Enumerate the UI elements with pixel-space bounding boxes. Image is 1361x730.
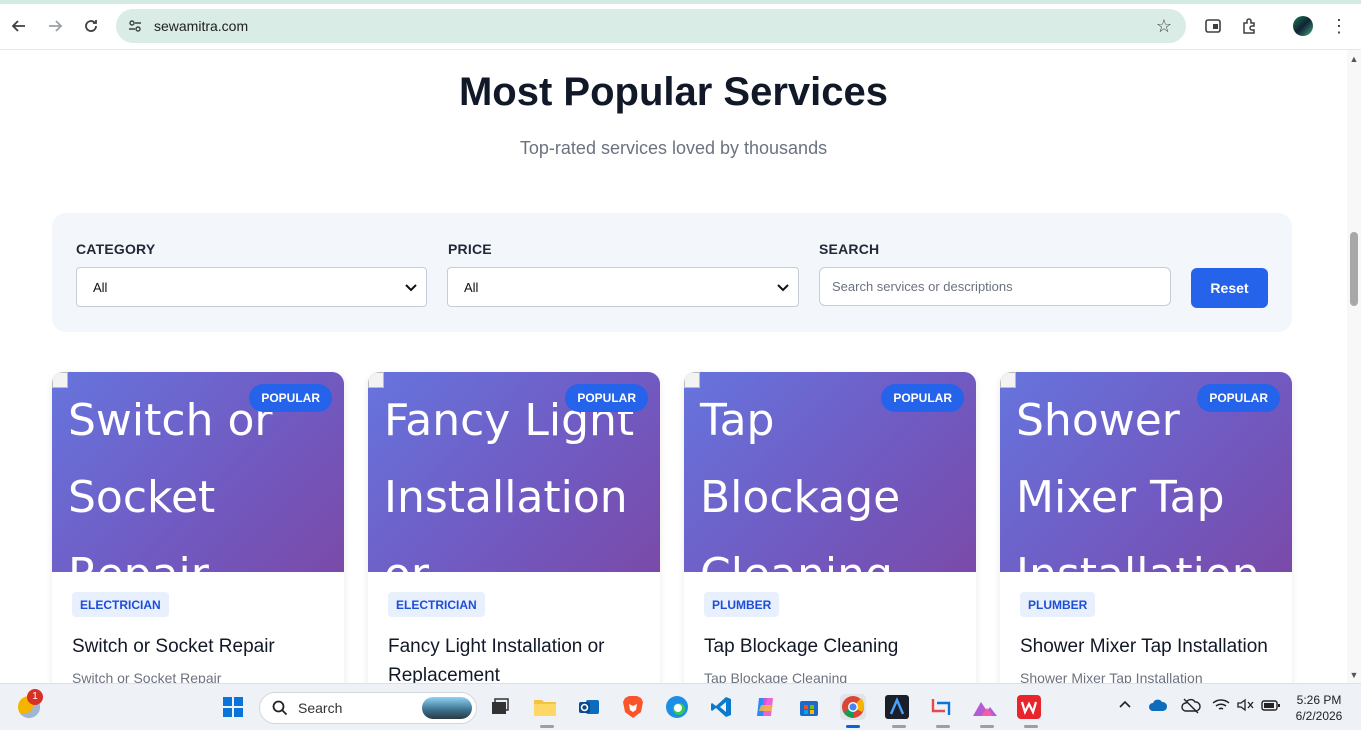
taskbar-search[interactable]: Search: [259, 692, 477, 724]
speaker-muted-icon[interactable]: [1237, 698, 1255, 715]
back-arrow-icon: [11, 20, 25, 32]
url-text[interactable]: sewamitra.com: [154, 18, 248, 34]
category-tag: ELECTRICIAN: [388, 592, 485, 617]
snipping-tool-icon[interactable]: [928, 694, 954, 720]
brave-browser-icon[interactable]: [620, 694, 646, 720]
card-description: Shower Mixer Tap Installation: [1020, 670, 1203, 683]
popular-badge: POPULAR: [565, 384, 648, 412]
cloud-offline-icon[interactable]: [1181, 698, 1201, 717]
app-open-indicator: [892, 725, 906, 728]
broken-image-icon: [1000, 372, 1016, 388]
category-tag: PLUMBER: [704, 592, 780, 617]
address-bar[interactable]: sewamitra.com ☆: [116, 9, 1186, 43]
card-title[interactable]: Shower Mixer Tap Installation: [1020, 632, 1280, 661]
extensions-icon[interactable]: [1237, 13, 1261, 39]
chevron-down-icon: [405, 284, 417, 292]
notification-badge: 1: [27, 689, 43, 705]
service-card[interactable]: Shower Mixer Tap Installation POPULAR PL…: [1000, 372, 1292, 683]
broken-image-icon: [684, 372, 700, 388]
card-title[interactable]: Tap Blockage Cleaning: [704, 632, 964, 661]
file-explorer-icon[interactable]: [532, 694, 558, 720]
filter-panel: CATEGORY All PRICE All SEARCH Reset: [52, 213, 1292, 332]
app-open-indicator: [980, 725, 994, 728]
site-info-icon[interactable]: [126, 17, 144, 35]
onedrive-cloud-icon[interactable]: [1148, 698, 1168, 715]
tray-overflow-chevron-icon[interactable]: [1118, 698, 1132, 715]
search-input[interactable]: [819, 267, 1171, 306]
price-select-value: All: [464, 279, 479, 295]
card-title[interactable]: Switch or Socket Repair: [72, 632, 332, 661]
page-scrollbar[interactable]: ▲ ▼: [1347, 50, 1361, 683]
popular-badge: POPULAR: [249, 384, 332, 412]
microsoft-store-icon[interactable]: [796, 694, 822, 720]
outlook-icon[interactable]: [576, 694, 602, 720]
broken-image-icon: [368, 372, 384, 388]
system-clock[interactable]: 5:26 PM 6/2/2026: [1288, 692, 1350, 724]
vscode-icon[interactable]: [708, 694, 734, 720]
service-card[interactable]: Tap Blockage Cleaning POPULAR PLUMBER Ta…: [684, 372, 976, 683]
copilot-icon[interactable]: [752, 694, 778, 720]
search-label: SEARCH: [819, 241, 880, 257]
app-open-indicator: [540, 725, 554, 728]
tab-strip: [0, 0, 1361, 4]
broken-image-icon: [52, 372, 68, 388]
photos-app-icon[interactable]: [972, 694, 998, 720]
category-tag: PLUMBER: [1020, 592, 1096, 617]
reset-button[interactable]: Reset: [1191, 268, 1268, 308]
app-open-indicator: [1024, 725, 1038, 728]
service-card[interactable]: Switch or Socket Repair POPULAR ELECTRIC…: [52, 372, 344, 683]
popular-badge: POPULAR: [1197, 384, 1280, 412]
scroll-down-arrow-icon[interactable]: ▼: [1349, 670, 1359, 680]
forward-arrow-icon: [49, 20, 63, 32]
popular-badge: POPULAR: [881, 384, 964, 412]
chrome-browser-icon[interactable]: [840, 694, 866, 720]
split-view-icon[interactable]: [1201, 13, 1225, 39]
windows-start-icon[interactable]: [220, 694, 246, 720]
reload-button[interactable]: [78, 13, 104, 39]
search-highlight-image: [422, 697, 472, 719]
clock-date: 6/2/2026: [1295, 709, 1343, 723]
windows-taskbar: 1 Search 5:26 PM 6/2/2026: [0, 683, 1361, 730]
category-label: CATEGORY: [76, 241, 156, 257]
service-image[interactable]: Fancy Light Installation or Replacement …: [368, 372, 660, 572]
app-a-icon[interactable]: [884, 694, 910, 720]
service-card[interactable]: Fancy Light Installation or Replacement …: [368, 372, 660, 683]
price-select[interactable]: All: [447, 267, 799, 307]
chevron-down-icon: [777, 284, 789, 292]
scroll-thumb[interactable]: [1350, 232, 1358, 306]
page-subtitle: Top-rated services loved by thousands: [519, 138, 828, 158]
app-open-indicator: [936, 725, 950, 728]
page-title: Most Popular Services: [458, 70, 889, 114]
category-tag: ELECTRICIAN: [72, 592, 169, 617]
browser-toolbar: sewamitra.com ☆ ⋮: [0, 0, 1361, 50]
card-description: Switch or Socket Repair: [72, 670, 222, 683]
bookmark-star-icon[interactable]: ☆: [1156, 16, 1172, 37]
card-description: Tap Blockage Cleaning: [704, 670, 848, 683]
wifi-icon[interactable]: [1212, 698, 1230, 715]
forward-button[interactable]: [42, 13, 68, 39]
battery-icon[interactable]: [1261, 698, 1281, 715]
service-image[interactable]: Tap Blockage Cleaning POPULAR: [684, 372, 976, 572]
category-select[interactable]: All: [76, 267, 427, 307]
chrome-active-indicator: [846, 725, 860, 728]
profile-avatar[interactable]: [1291, 13, 1315, 39]
wps-office-icon[interactable]: [1016, 694, 1042, 720]
reload-icon: [85, 20, 97, 32]
menu-kebab-icon[interactable]: ⋮: [1327, 13, 1351, 39]
service-image[interactable]: Shower Mixer Tap Installation POPULAR: [1000, 372, 1292, 572]
edge-browser-icon[interactable]: [664, 694, 690, 720]
page-content: Most Popular Services Top-rated services…: [0, 50, 1347, 683]
category-select-value: All: [93, 279, 108, 295]
card-title[interactable]: Fancy Light Installation or Replacement: [388, 632, 648, 683]
scroll-up-arrow-icon[interactable]: ▲: [1349, 54, 1359, 64]
search-icon: [272, 700, 288, 716]
back-button[interactable]: [6, 13, 32, 39]
price-label: PRICE: [448, 241, 492, 257]
service-image[interactable]: Switch or Socket Repair POPULAR: [52, 372, 344, 572]
clock-time: 5:26 PM: [1296, 693, 1342, 707]
taskbar-search-label: Search: [298, 700, 343, 716]
task-view-icon[interactable]: [487, 694, 513, 720]
